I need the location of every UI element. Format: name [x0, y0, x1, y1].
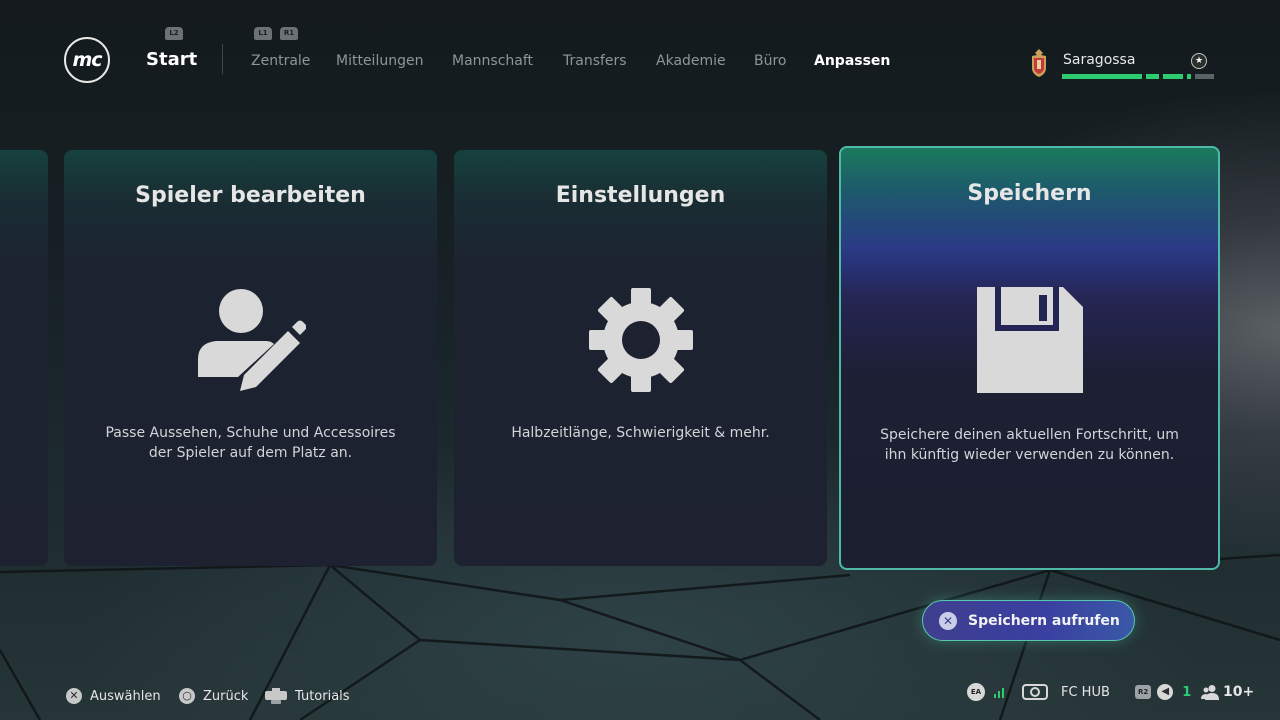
tab-mannschaft[interactable]: Mannschaft — [452, 53, 533, 69]
hint-select-label: Auswählen — [90, 688, 161, 704]
hint-select[interactable]: ✕ Auswählen — [66, 686, 161, 706]
tab-buero[interactable]: Büro — [754, 53, 787, 69]
touchpad-icon — [265, 688, 287, 704]
tab-zentrale[interactable]: Zentrale — [251, 53, 310, 69]
hint-tutorials[interactable]: Tutorials — [264, 686, 350, 706]
tab-mitteilungen[interactable]: Mitteilungen — [336, 53, 423, 69]
card-description: Passe Aussehen, Schuhe und Accessoires d… — [105, 425, 396, 461]
notifications[interactable]: R2 ◀ 1 — [1135, 681, 1191, 703]
club-crest-icon — [1032, 49, 1046, 77]
megaphone-icon: ◀ — [1157, 684, 1174, 700]
friends[interactable]: 10+ — [1201, 681, 1254, 703]
tab-akademie[interactable]: Akademie — [656, 53, 726, 69]
cross-button-icon: ✕ — [939, 611, 957, 630]
fc-hub-icon — [1022, 684, 1048, 700]
club-name: Saragossa — [1063, 52, 1136, 68]
l1-button-hint: L1 — [254, 27, 272, 40]
fc-hub-label: FC HUB — [1061, 684, 1110, 700]
hint-back[interactable]: ○ Zurück — [179, 686, 248, 706]
r1-button-hint: R1 — [280, 27, 298, 40]
cta-label: Speichern aufrufen — [968, 612, 1120, 629]
fc-hub[interactable]: FC HUB — [1022, 681, 1110, 703]
card-speichern-selected[interactable]: Speichern Speichere deinen aktuellen For… — [839, 146, 1220, 570]
hint-tutorials-label: Tutorials — [295, 688, 350, 704]
previous-card-partial[interactable] — [0, 150, 48, 566]
card-title: Spieler bearbeiten — [135, 183, 366, 208]
ea-icon: EA — [967, 683, 985, 701]
notification-count: 1 — [1182, 684, 1192, 700]
hint-back-label: Zurück — [203, 688, 249, 704]
l2-button-hint: L2 — [165, 27, 183, 40]
tab-transfers[interactable]: Transfers — [563, 53, 627, 69]
card-einstellungen[interactable]: Einstellungen Halbzeitlänge, Schwierigke… — [454, 150, 827, 566]
edit-player-icon — [197, 289, 306, 391]
card-spieler-bearbeiten[interactable]: Spieler bearbeiten Passe Aussehen, Schuh… — [64, 150, 437, 566]
save-disk-icon — [976, 287, 1083, 393]
tab-anpassen[interactable]: Anpassen — [814, 53, 890, 69]
card-description: Speichere deinen aktuellen Fortschritt, … — [880, 427, 1179, 463]
signal-icon — [994, 688, 1004, 698]
r2-button-hint: R2 — [1135, 685, 1152, 699]
card-title: Einstellungen — [555, 183, 726, 208]
header-divider — [222, 44, 223, 74]
club-progress-bar — [1062, 74, 1214, 79]
gear-icon — [588, 288, 693, 392]
card-title: Speichern — [967, 181, 1092, 206]
circle-button-icon: ○ — [179, 688, 195, 704]
cross-button-icon: ✕ — [66, 688, 82, 704]
start-menu-title[interactable]: Start — [146, 49, 197, 70]
friends-count: 10+ — [1223, 684, 1255, 700]
star-icon: ★ — [1191, 53, 1207, 69]
card-description: Halbzeitlänge, Schwierigkeit & mehr. — [511, 425, 770, 441]
friends-icon — [1201, 685, 1219, 700]
save-call-button[interactable]: ✕ Speichern aufrufen — [922, 600, 1135, 641]
ea-status[interactable]: EA — [967, 681, 1006, 703]
app-logo: mc — [64, 37, 110, 83]
